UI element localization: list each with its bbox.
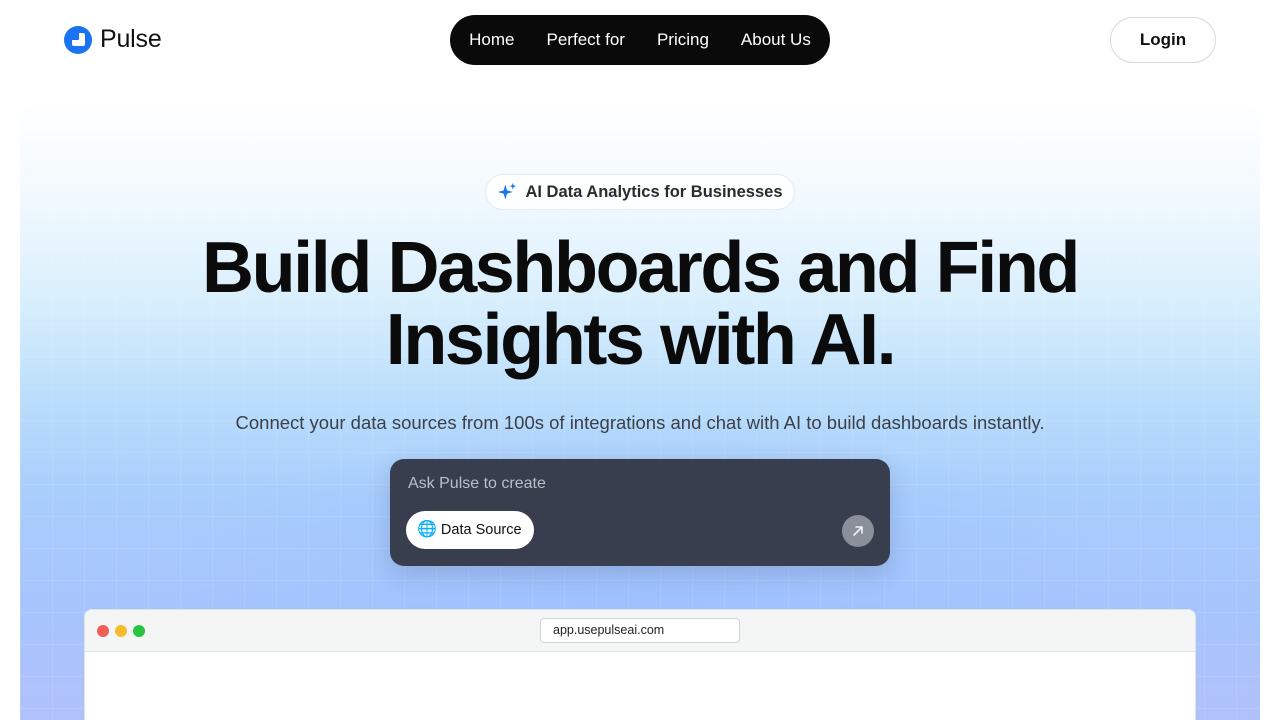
headline-line-2: Insights with AI.	[385, 300, 897, 380]
maximize-dot-icon	[133, 625, 145, 637]
send-button[interactable]	[842, 515, 874, 547]
globe-icon: 🌐	[417, 521, 437, 538]
headline-line-1: Build Dashboards and Find	[201, 228, 1080, 308]
browser-mockup: app.usepulseai.com	[84, 609, 1196, 720]
site-header: Pulse Home Perfect for Pricing About Us …	[0, 0, 1280, 80]
arrow-up-right-icon	[853, 526, 863, 536]
brand-name: Pulse	[100, 25, 162, 53]
main-nav: Home Perfect for Pricing About Us	[450, 15, 830, 65]
data-source-label: Data Source	[440, 522, 522, 538]
nav-item-home[interactable]: Home	[469, 30, 514, 50]
pulse-logo-icon	[64, 25, 92, 54]
badge-text: AI Data Analytics for Businesses	[525, 182, 783, 201]
prompt-input[interactable]: Ask Pulse to create	[408, 475, 546, 493]
nav-item-about-us[interactable]: About Us	[741, 30, 811, 50]
sparkle-icon	[498, 182, 517, 200]
nav-item-perfect-for[interactable]: Perfect for	[547, 30, 625, 50]
login-button[interactable]: Login	[1110, 17, 1216, 63]
url-bar: app.usepulseai.com	[540, 618, 740, 643]
page-title: Build Dashboards and Find Insights with …	[20, 232, 1260, 376]
nav-item-pricing[interactable]: Pricing	[657, 30, 709, 50]
minimize-dot-icon	[115, 625, 127, 637]
hero-section: AI Data Analytics for Businesses Build D…	[20, 100, 1260, 720]
browser-toolbar: app.usepulseai.com	[85, 610, 1195, 652]
hero-badge: AI Data Analytics for Businesses	[485, 174, 795, 210]
hero-subtext: Connect your data sources from 100s of i…	[235, 412, 1045, 433]
ai-prompt-box[interactable]: Ask Pulse to create 🌐 Data Source	[390, 459, 890, 566]
data-source-button[interactable]: 🌐 Data Source	[406, 511, 534, 549]
close-dot-icon	[97, 625, 109, 637]
logo[interactable]: Pulse	[64, 25, 162, 54]
